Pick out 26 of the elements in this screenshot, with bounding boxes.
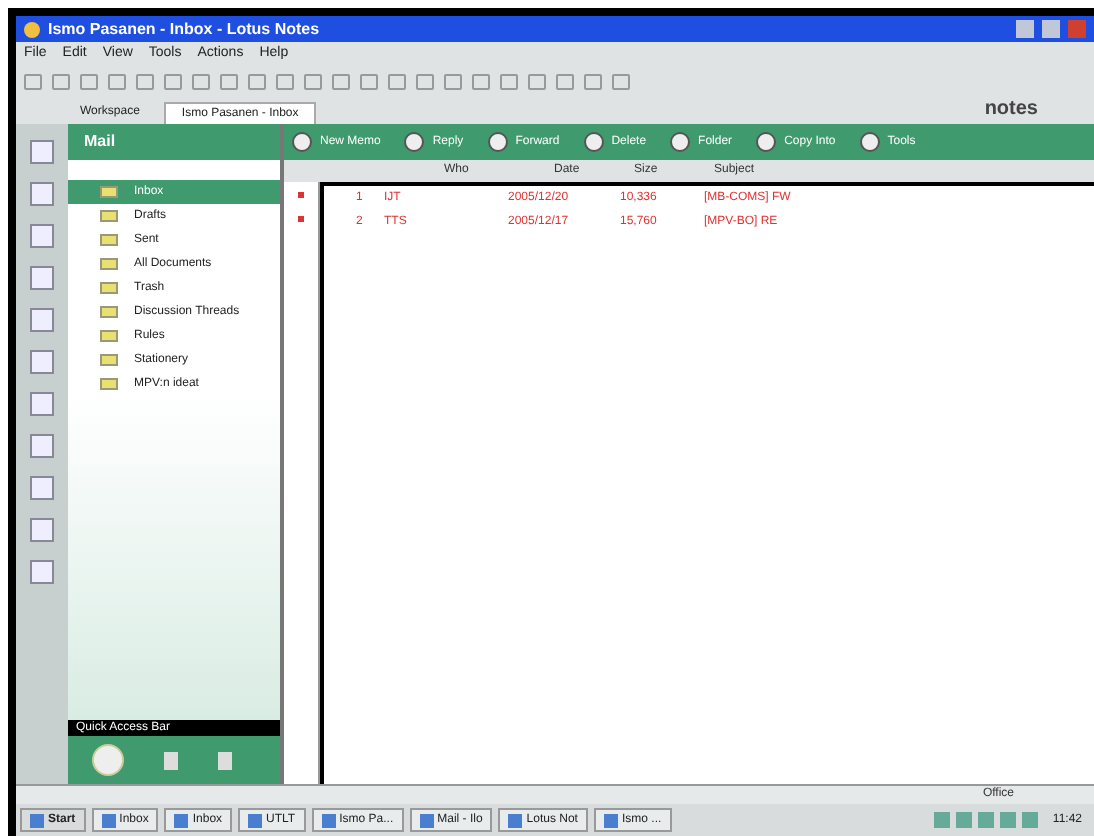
app-icon [24,21,40,37]
navigator-title: Mail [68,124,280,160]
bookmark-icon[interactable] [30,140,54,164]
document-icon[interactable] [164,751,178,769]
brand-logo: notes [984,96,1040,124]
bookmark-icon[interactable] [30,560,54,584]
window-icon [101,813,116,827]
bookmark-icon[interactable] [30,392,54,416]
window-icon [603,813,618,827]
window-icon [248,813,263,827]
bookmark-icon[interactable] [30,224,54,248]
window-icon [30,813,44,827]
document-icon[interactable] [218,751,232,769]
window-icon [508,813,523,827]
window-icon [321,813,336,827]
bookmark-icon[interactable] [30,518,54,542]
bookmark-icon[interactable] [30,350,54,374]
bookmark-icon[interactable] [30,308,54,332]
bookmark-icon[interactable] [30,434,54,458]
bookmark-icon[interactable] [30,266,54,290]
window-title: Ismo Pasanen - Inbox - Lotus Notes [48,21,320,37]
bookmark-icon[interactable] [30,182,54,206]
home-icon[interactable] [92,744,124,776]
bookmark-icon[interactable] [30,476,54,500]
window-icon [419,813,434,827]
window-icon [174,813,189,827]
